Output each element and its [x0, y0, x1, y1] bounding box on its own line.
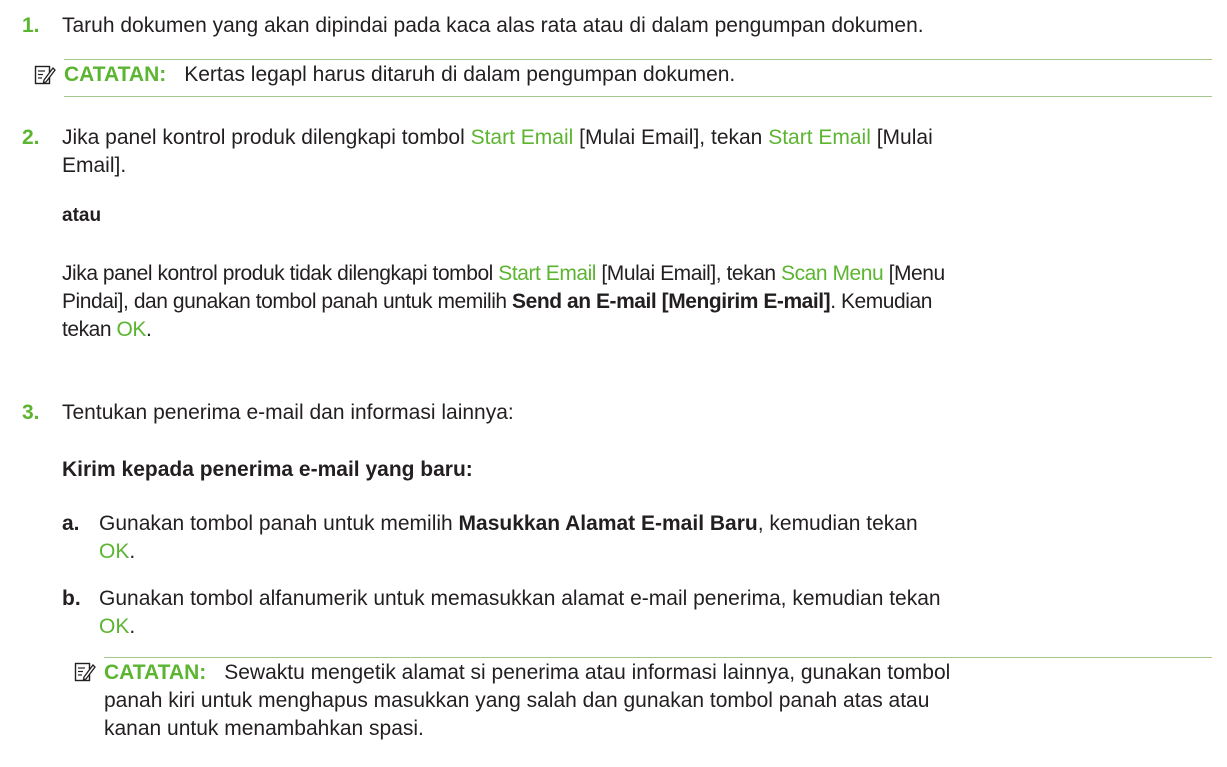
note-2-line-3: kanan untuk menambahkan spasi. [104, 717, 424, 740]
substep-a-text-2: , kemudian tekan [757, 512, 918, 535]
note-2-top-rule [104, 657, 1212, 658]
substep-a-letter: a. [62, 512, 80, 535]
note-2: CATATAN: Sewaktu mengetik alamat si pener… [104, 659, 1212, 743]
ok-link[interactable]: OK [99, 540, 129, 563]
step-2-paragraph-2: Jika panel kontrol produk tidak dilengka… [62, 260, 1212, 344]
substep-a-text-1: Gunakan tombol panah untuk memilih [99, 512, 459, 535]
note-1-top-rule [64, 59, 1212, 60]
ok-link[interactable]: OK [99, 615, 129, 638]
note-pencil-icon [74, 662, 96, 682]
step-2-p2-text-3: [Menu [883, 262, 946, 285]
step-2-p2-text-5: . Kemudian [830, 290, 932, 313]
or-label: atau [62, 205, 102, 226]
step-2-p2-text-2: [Mulai Email], tekan [596, 262, 782, 285]
step-2-paragraph-1: Jika panel kontrol produk dilengkapi tom… [62, 124, 1212, 180]
note-1: CATATAN: Kertas legapl harus ditaruh di d… [64, 61, 1212, 89]
step-2-p1-text-1: Jika panel kontrol produk dilengkapi tom… [62, 126, 471, 149]
step-2-p2-text-4: Pindai], dan gunakan tombol panah untuk … [62, 290, 513, 313]
send-email-menu-item: Send an E-mail [Mengirim E-mail] [512, 290, 831, 313]
step-2-p2-text-6: tekan [62, 318, 117, 341]
substep-b-letter: b. [62, 587, 81, 610]
step-1-text: Taruh dokumen yang akan dipindai pada ka… [62, 14, 924, 37]
step-2-p2-text-7: . [145, 318, 152, 341]
substep-b-text-1: Gunakan tombol alfanumerik untuk memasuk… [99, 587, 941, 610]
step-3-text: Tentukan penerima e-mail dan informasi l… [62, 401, 514, 424]
note-2-line-1: Sewaktu mengetik alamat si penerima atau… [224, 661, 951, 684]
note-1-text: Kertas legapl harus ditaruh di dalam pen… [184, 63, 736, 86]
substep-a-text-3: . [129, 540, 136, 563]
start-email-link[interactable]: Start Email [498, 262, 596, 285]
note-2-line-2: panah kiri untuk menghapus masukkan yang… [104, 689, 930, 712]
new-email-address-menu-item: Masukkan Alamat E-mail Baru [458, 512, 758, 535]
start-email-link[interactable]: Start Email [768, 126, 871, 149]
step-2-p2-text-1: Jika panel kontrol produk tidak dilengka… [62, 262, 499, 285]
step-2-p1-text-3: [Mulai [870, 126, 933, 149]
step-2-number: 2. [22, 126, 40, 149]
note-2-label: CATATAN: [104, 661, 207, 684]
note-pencil-icon [34, 65, 56, 85]
step-3-number: 3. [22, 401, 40, 424]
start-email-link[interactable]: Start Email [471, 126, 574, 149]
note-1-label: CATATAN: [64, 63, 167, 86]
substep-a-text: Gunakan tombol panah untuk memilih Masuk… [99, 510, 1209, 566]
scan-menu-link[interactable]: Scan Menu [781, 262, 884, 285]
step-2-p1-text-2: [Mulai Email], tekan [573, 126, 769, 149]
substep-b-text-2: . [129, 615, 136, 638]
step-2-p1-text-4: Email]. [62, 154, 127, 177]
note-1-bottom-rule [64, 96, 1212, 97]
step-3-subheading: Kirim kepada penerima e-mail yang baru: [62, 458, 473, 481]
substep-b-text: Gunakan tombol alfanumerik untuk memasuk… [99, 585, 1209, 641]
step-1-number: 1. [22, 14, 40, 37]
ok-link[interactable]: OK [117, 318, 147, 341]
